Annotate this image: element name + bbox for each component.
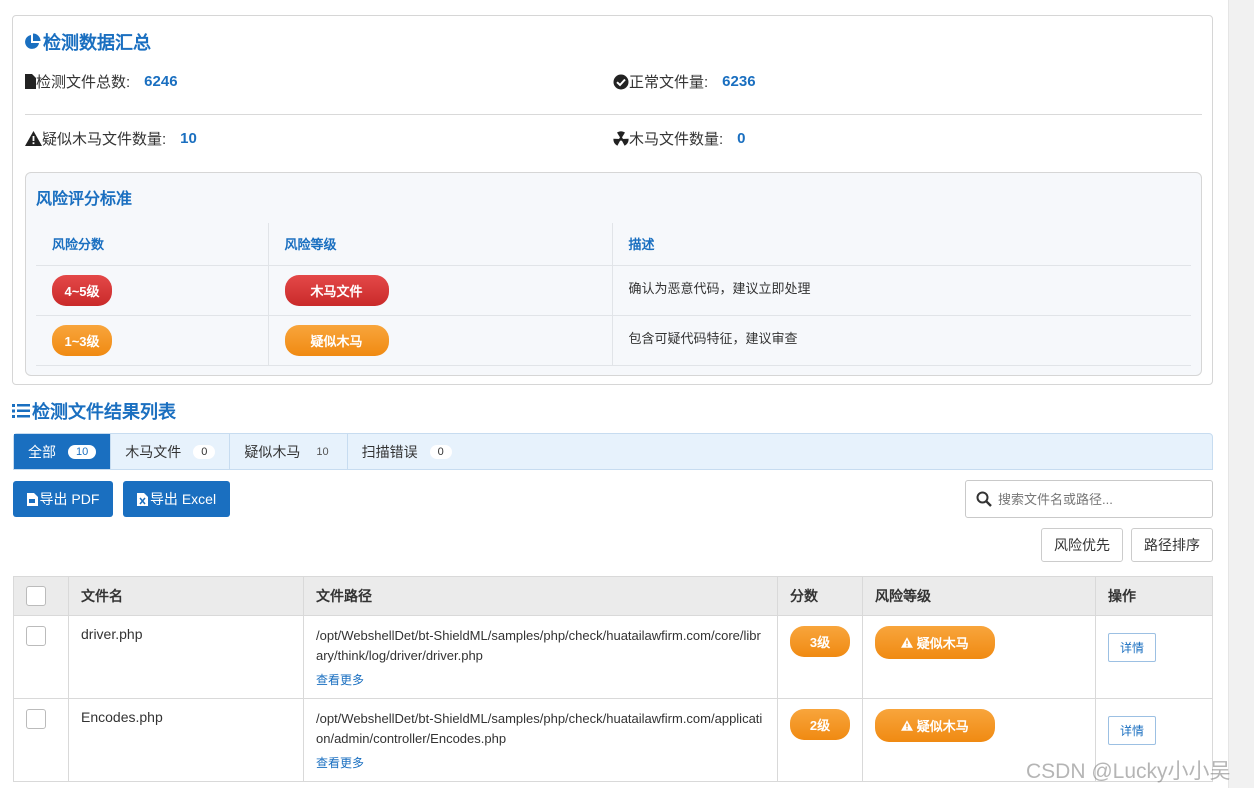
- level-badge: 疑似木马: [284, 324, 389, 356]
- export-pdf-button[interactable]: 导出 PDF: [13, 481, 113, 517]
- export-excel-label: 导出 Excel: [149, 491, 217, 507]
- risk-level-badge: 疑似木马: [875, 709, 995, 742]
- total-files-label: 检测文件总数:: [36, 74, 131, 91]
- sort-risk-button[interactable]: 风险优先: [1041, 528, 1123, 562]
- results-title-text: 检测文件结果列表: [32, 402, 176, 422]
- details-button[interactable]: 详情: [1108, 633, 1157, 662]
- risk-score-header: 风险分数: [36, 223, 269, 266]
- tab-all[interactable]: 全部 10: [14, 434, 112, 469]
- row-checkbox[interactable]: [26, 626, 46, 646]
- warning-icon: [25, 131, 42, 146]
- tab-label: 全部: [28, 443, 56, 460]
- normal-files-value: 6236: [722, 73, 756, 90]
- tab-trojan[interactable]: 木马文件 0: [111, 434, 231, 469]
- pdf-file-icon: [26, 492, 38, 506]
- results-title: 检测文件结果列表: [12, 398, 176, 424]
- pie-chart-icon: [25, 33, 41, 49]
- risk-level-text: 疑似木马: [916, 719, 969, 734]
- sort-path-button[interactable]: 路径排序: [1131, 528, 1213, 562]
- table-row: driver.php /opt/WebshellDet/bt-ShieldML/…: [13, 615, 1213, 699]
- tab-label: 扫描错误: [361, 443, 418, 460]
- risk-desc: 包含可疑代码特征，建议审查: [612, 315, 1191, 366]
- row-checkbox[interactable]: [26, 709, 46, 729]
- summary-divider: [25, 114, 1202, 115]
- score-badge: 3级: [790, 626, 850, 657]
- results-tabs: 全部 10 木马文件 0 疑似木马 10 扫描错误 0: [13, 433, 1213, 470]
- trojan-files-label: 木马文件数量:: [629, 131, 724, 148]
- file-icon: [25, 74, 36, 89]
- page-scrollbar[interactable]: [1228, 0, 1254, 788]
- risk-level-text: 疑似木马: [916, 636, 969, 651]
- risk-standard-table: 风险分数 风险等级 描述 4~5级 木马文件 确认为恶意代码，建议立即处理 1~…: [36, 223, 1191, 366]
- view-more-link[interactable]: 查看更多: [316, 671, 765, 688]
- col-score: 分数: [777, 576, 863, 616]
- risk-desc: 确认为恶意代码，建议立即处理: [612, 265, 1191, 316]
- tab-scan-error[interactable]: 扫描错误 0: [348, 434, 466, 469]
- normal-files-stat: 正常文件量: 6236: [613, 71, 756, 92]
- score-badge: 2级: [790, 709, 850, 740]
- tab-label: 木马文件: [125, 443, 182, 460]
- trojan-files-value: 0: [737, 130, 746, 147]
- list-icon: [12, 404, 30, 418]
- col-filename: 文件名: [68, 576, 304, 616]
- watermark: CSDN @Lucky小小吴: [1026, 760, 1231, 783]
- col-filepath: 文件路径: [303, 576, 778, 616]
- search-box[interactable]: [965, 480, 1213, 518]
- normal-files-label: 正常文件量:: [629, 74, 709, 91]
- risk-standard-card: 风险评分标准 风险分数 风险等级 描述 4~5级 木马文件 确认为恶意代码，建议…: [25, 172, 1202, 376]
- file-name: Encodes.php: [68, 698, 304, 782]
- details-button[interactable]: 详情: [1108, 716, 1157, 745]
- suspicious-files-stat: 疑似木马文件数量: 10: [25, 128, 197, 149]
- summary-title-text: 检测数据汇总: [43, 33, 151, 53]
- radiation-icon: [613, 130, 629, 146]
- score-badge: 1~3级: [52, 324, 112, 356]
- trojan-files-stat: 木马文件数量: 0: [613, 128, 746, 149]
- tab-count: 0: [193, 444, 216, 459]
- tab-label: 疑似木马: [244, 443, 301, 460]
- risk-desc-header: 描述: [612, 223, 1191, 266]
- tab-count: 0: [429, 444, 452, 459]
- warning-icon: [901, 720, 914, 731]
- view-more-link[interactable]: 查看更多: [316, 754, 765, 771]
- warning-icon: [901, 637, 914, 648]
- level-badge: 木马文件: [284, 274, 389, 306]
- results-table: 文件名 文件路径 分数 风险等级 操作 driver.php /opt/Webs…: [13, 576, 1213, 782]
- risk-level-header: 风险等级: [268, 223, 613, 266]
- risk-row: 4~5级 木马文件 确认为恶意代码，建议立即处理: [36, 265, 1191, 316]
- export-excel-button[interactable]: 导出 Excel: [123, 481, 230, 517]
- col-risk-level: 风险等级: [862, 576, 1096, 616]
- summary-card: 检测数据汇总 检测文件总数: 6246 正常文件量: 6236 疑似木马文件数量…: [12, 15, 1213, 385]
- score-badge: 4~5级: [52, 274, 112, 306]
- col-action: 操作: [1095, 576, 1213, 616]
- file-path: /opt/WebshellDet/bt-ShieldML/samples/php…: [316, 711, 763, 746]
- excel-file-icon: [136, 492, 148, 506]
- export-pdf-label: 导出 PDF: [39, 491, 100, 507]
- search-icon: [976, 491, 992, 507]
- summary-title: 检测数据汇总: [23, 29, 151, 55]
- risk-level-badge: 疑似木马: [875, 626, 995, 659]
- search-input[interactable]: [998, 491, 1198, 507]
- select-all-checkbox[interactable]: [26, 586, 46, 606]
- suspicious-files-label: 疑似木马文件数量:: [42, 131, 167, 148]
- risk-row: 1~3级 疑似木马 包含可疑代码特征，建议审查: [36, 315, 1191, 366]
- file-name: driver.php: [68, 615, 304, 699]
- tab-count: 10: [316, 445, 329, 458]
- file-path: /opt/WebshellDet/bt-ShieldML/samples/php…: [316, 628, 761, 663]
- total-files-value: 6246: [144, 73, 178, 90]
- total-files-stat: 检测文件总数: 6246: [25, 71, 178, 92]
- risk-standard-title: 风险评分标准: [36, 191, 133, 208]
- suspicious-files-value: 10: [180, 130, 197, 147]
- tab-count: 10: [68, 444, 97, 459]
- tab-suspicious[interactable]: 疑似木马 10: [230, 434, 348, 469]
- check-circle-icon: [613, 74, 629, 89]
